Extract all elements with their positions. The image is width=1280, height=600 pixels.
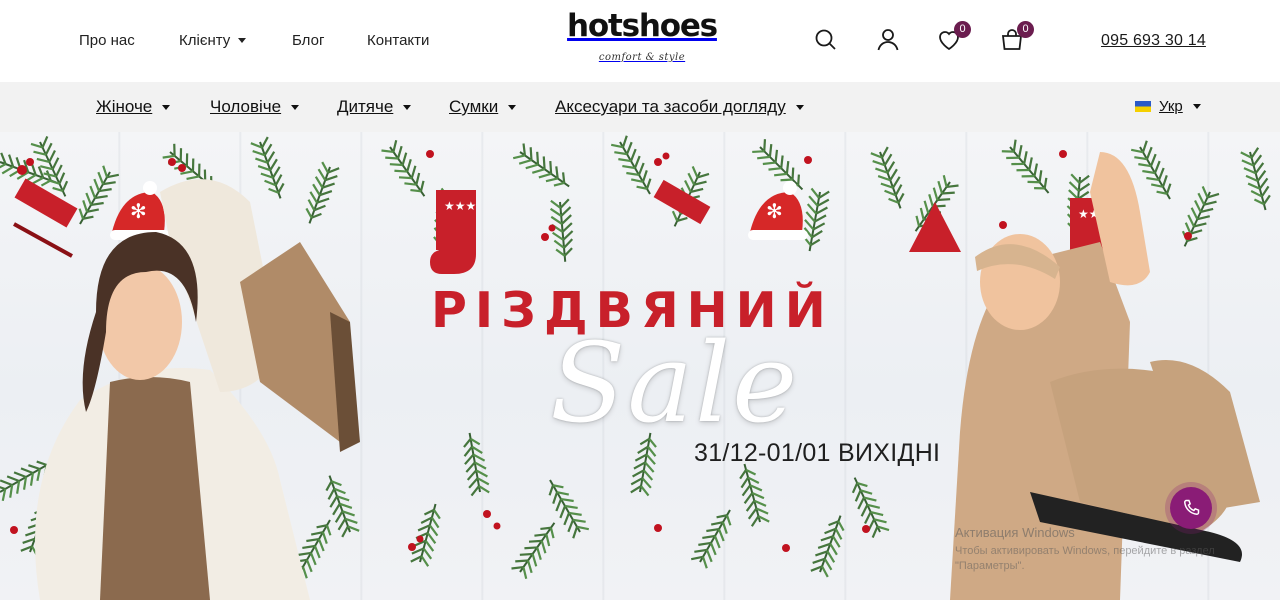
windows-activation-title: Активация Windows xyxy=(955,525,1075,540)
nav-about-label: Про нас xyxy=(79,32,135,49)
heart-icon[interactable]: 0 xyxy=(935,21,971,54)
hero-banner[interactable]: ✻ ★★★ ✻ ★★★ РІЗДВЯНИЙ Sale 31/12-01/01 В… xyxy=(0,132,1280,600)
category-women-label: Жіноче xyxy=(96,97,153,116)
cart-count-badge: 0 xyxy=(1017,21,1034,38)
hero-script-title: Sale xyxy=(550,319,800,447)
language-label: Укр xyxy=(1159,98,1183,115)
phone-number-link[interactable]: 095 693 30 14 xyxy=(1101,32,1206,50)
windows-activation-text: Чтобы активировать Windows, перейдите в … xyxy=(955,545,1215,572)
logo-tagline: comfort & style xyxy=(598,52,686,63)
category-bar: Жіноче Чоловіче Дитяче Сумки Аксесуари т… xyxy=(0,82,1280,132)
ornament-sled-center xyxy=(653,179,711,225)
category-accessories-dropdown[interactable]: Аксесуари та засоби догляду xyxy=(555,97,804,117)
phone-icon xyxy=(1183,499,1200,516)
chevron-down-icon xyxy=(162,104,171,110)
nav-blog-link[interactable]: Блог xyxy=(292,32,324,49)
search-icon[interactable] xyxy=(812,26,840,54)
category-accessories-label: Аксесуари та засоби догляду xyxy=(555,97,786,116)
callback-button[interactable] xyxy=(1170,487,1212,529)
ornament-sled xyxy=(13,178,78,258)
ornament-hat-right: ✻ xyxy=(748,181,808,240)
wishlist-count-badge: 0 xyxy=(954,21,971,38)
chevron-down-icon xyxy=(1192,104,1201,109)
category-men-dropdown[interactable]: Чоловіче xyxy=(210,97,300,117)
model-left-photo xyxy=(35,179,360,600)
user-icon[interactable] xyxy=(874,26,902,54)
nav-blog-label: Блог xyxy=(292,32,325,49)
nav-client-dropdown[interactable]: Клієнту xyxy=(179,32,247,49)
chevron-down-icon xyxy=(508,104,517,110)
category-kids-dropdown[interactable]: Дитяче xyxy=(337,97,412,117)
nav-client-label: Клієнту xyxy=(179,32,231,49)
nav-contacts-label: Контакти xyxy=(367,32,430,49)
nav-about-link[interactable]: Про нас xyxy=(79,32,135,49)
chevron-down-icon xyxy=(403,104,412,110)
category-women-dropdown[interactable]: Жіноче xyxy=(96,97,171,117)
top-header: Про нас Клієнту Блог Контакти hotshoes c… xyxy=(0,0,1280,82)
category-bags-label: Сумки xyxy=(449,97,499,116)
svg-text:★★★: ★★★ xyxy=(444,199,476,213)
category-men-label: Чоловіче xyxy=(210,97,282,116)
site-logo[interactable]: hotshoes comfort & style xyxy=(567,8,718,74)
svg-text:✻: ✻ xyxy=(766,199,783,223)
category-kids-label: Дитяче xyxy=(337,97,394,116)
hero-dates: 31/12-01/01 ВИХІДНІ xyxy=(694,439,941,467)
category-bags-dropdown[interactable]: Сумки xyxy=(449,97,517,117)
ornament-hat-left: ✻ xyxy=(110,181,170,240)
language-selector[interactable]: Укр xyxy=(1135,98,1201,115)
chevron-down-icon xyxy=(238,38,247,43)
ukraine-flag-icon xyxy=(1135,101,1151,112)
nav-contacts-link[interactable]: Контакти xyxy=(367,32,429,49)
cart-icon[interactable]: 0 xyxy=(998,21,1034,54)
logo-wordmark: hotshoes xyxy=(567,8,718,44)
ornament-stocking-left: ★★★ xyxy=(430,190,476,274)
chevron-down-icon xyxy=(795,104,804,110)
ornament-tree xyxy=(909,202,961,252)
chevron-down-icon xyxy=(291,104,300,110)
svg-text:✻: ✻ xyxy=(130,199,147,223)
